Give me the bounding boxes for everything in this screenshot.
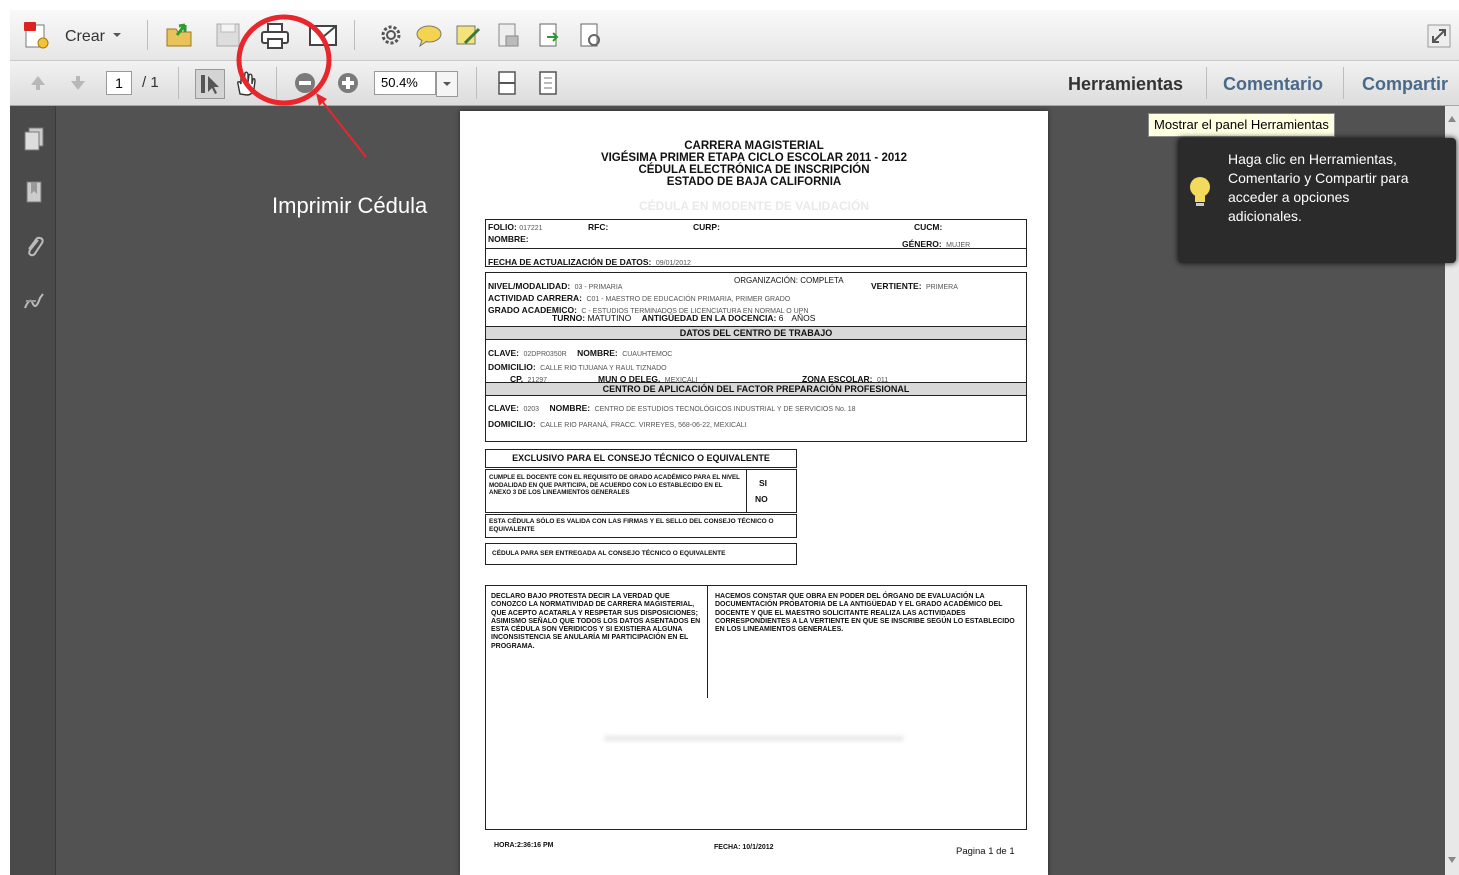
info-line-3: acceder a opciones bbox=[1228, 189, 1350, 205]
centro-aplicacion-bar: CENTRO DE APLICACIÓN DEL FACTOR PREPARAC… bbox=[486, 382, 1026, 396]
fecha-act-label: FECHA DE ACTUALIZACIÓN DE DATOS: bbox=[488, 257, 652, 267]
consejo-firmas-text: ESTA CÉDULA SÓLO ES VALIDA CON LAS FIRMA… bbox=[489, 518, 774, 533]
page-total: / 1 bbox=[142, 74, 159, 91]
bookmarks-icon[interactable] bbox=[22, 180, 46, 206]
info-line-2: Comentario y Compartir para bbox=[1228, 170, 1409, 186]
consejo-entrega-box: CÉDULA PARA SER ENTREGADA AL CONSEJO TÉC… bbox=[485, 543, 797, 565]
antiguedad-label: ANTIGÜEDAD EN LA DOCENCIA: bbox=[641, 313, 777, 323]
watermark: CÉDULA EN MODENTE DE VALIDACIÓN bbox=[638, 199, 869, 213]
consejo-firmas-box: ESTA CÉDULA SÓLO ES VALIDA CON LAS FIRMA… bbox=[485, 514, 797, 538]
vertiente-value: PRIMERA bbox=[925, 284, 958, 291]
expand-icon[interactable] bbox=[1427, 24, 1451, 48]
tab-share[interactable]: Compartir bbox=[1362, 74, 1448, 95]
tab-comment[interactable]: Comentario bbox=[1223, 74, 1323, 95]
fit-page-icon[interactable] bbox=[495, 70, 519, 96]
navigation-toolbar: 1 / 1 50.4% Herramientas Comentario Comp… bbox=[10, 61, 1459, 106]
declarations-box: DECLARO BAJO PROTESTA DECIR LA VERDAD QU… bbox=[485, 585, 1027, 830]
footer-time: HORA:2:36:16 PM bbox=[494, 842, 554, 849]
curp-label: CURP: bbox=[693, 222, 720, 232]
tools-tooltip: Mostrar el panel Herramientas bbox=[1148, 113, 1335, 137]
annotation-label: Imprimir Cédula bbox=[272, 193, 428, 218]
vertiente-label: VERTIENTE: bbox=[871, 281, 922, 291]
page-number-input[interactable]: 1 bbox=[106, 71, 132, 95]
zoom-out-icon[interactable] bbox=[293, 71, 317, 95]
info-line-1: Haga clic en Herramientas, bbox=[1228, 151, 1397, 167]
document-header: CARRERA MAGISTERIAL VIGÉSIMA PRIMER ETAP… bbox=[460, 140, 1048, 188]
print-icon[interactable] bbox=[260, 22, 290, 50]
main-toolbar: Crear bbox=[10, 10, 1459, 61]
nombre-aplicacion-label: NOMBRE: bbox=[549, 403, 591, 413]
fit-width-icon[interactable] bbox=[536, 70, 560, 96]
signature-smudge bbox=[604, 736, 904, 741]
declaro-text: DECLARO BAJO PROTESTA DECIR LA VERDAD QU… bbox=[491, 593, 701, 650]
nombre-aplicacion-value: CENTRO DE ESTUDIOS TECNOLÓGICOS INDUSTRI… bbox=[594, 406, 856, 413]
header-line-2: VIGÉSIMA PRIMER ETAPA CICLO ESCOLAR 2011… bbox=[600, 152, 908, 164]
open-folder-icon[interactable] bbox=[165, 21, 195, 49]
document-export-icon[interactable] bbox=[537, 22, 563, 50]
zoom-dropdown-icon[interactable] bbox=[436, 71, 458, 97]
consejo-title-box: EXCLUSIVO PARA EL CONSEJO TÉCNICO O EQUI… bbox=[485, 449, 797, 468]
work-data-box: NIVEL/MODALIDAD: 03 - PRIMARIA ORGANIZAC… bbox=[485, 272, 1027, 442]
personal-data-box: FOLIO: 017221 RFC: CURP: CUCM: NOMBRE: G… bbox=[485, 219, 1027, 267]
turno-label: TURNO: bbox=[552, 313, 586, 323]
turno-value: MATUTINO bbox=[587, 313, 632, 323]
pdf-viewer-window: Crear 1 / 1 50.4% Herramientas Comentari… bbox=[10, 10, 1459, 875]
attachments-icon[interactable] bbox=[22, 234, 46, 260]
organizacion-text: ORGANIZACIÓN: COMPLETA bbox=[734, 276, 844, 285]
next-page-icon[interactable] bbox=[68, 73, 88, 93]
consejo-requisito-box: CUMPLE EL DOCENTE CON EL REQUISITO DE GR… bbox=[485, 469, 797, 513]
clave-aplicacion-label: CLAVE: bbox=[488, 403, 520, 413]
hacemos-text: HACEMOS CONSTAR QUE OBRA EN PODER DEL ÓR… bbox=[715, 593, 1015, 634]
info-panel-text: Haga clic en Herramientas, Comentario y … bbox=[1228, 150, 1450, 226]
document-icon-1[interactable] bbox=[496, 22, 522, 50]
hand-tool-icon[interactable] bbox=[232, 70, 260, 98]
document-page: CARRERA MAGISTERIAL VIGÉSIMA PRIMER ETAP… bbox=[460, 111, 1048, 875]
tab-tools[interactable]: Herramientas bbox=[1068, 74, 1183, 95]
lightbulb-icon bbox=[1188, 174, 1212, 210]
domicilio-aplicacion-value: CALLE RIO PARANÁ, FRACC. VIRREYES, 568-0… bbox=[540, 422, 747, 429]
select-tool-icon[interactable] bbox=[195, 69, 225, 99]
header-line-1: CARRERA MAGISTERIAL bbox=[684, 140, 824, 152]
domicilio-aplicacion-label: DOMICILIO: bbox=[488, 419, 536, 429]
pages-icon[interactable] bbox=[22, 126, 46, 152]
zoom-level-input[interactable]: 50.4% bbox=[374, 71, 436, 95]
navigation-pane bbox=[10, 106, 56, 875]
antiguedad-unit: AÑOS bbox=[791, 313, 816, 323]
header-line-3: CÉDULA ELECTRÓNICA DE INSCRIPCIÓN bbox=[638, 164, 870, 176]
create-pdf-icon[interactable] bbox=[24, 22, 50, 50]
comment-icon[interactable] bbox=[415, 24, 443, 48]
tools-info-panel: Haga clic en Herramientas, Comentario y … bbox=[1178, 138, 1456, 263]
create-button[interactable]: Crear bbox=[65, 28, 105, 46]
si-option: SI bbox=[759, 478, 768, 488]
consejo-entrega-text: CÉDULA PARA SER ENTREGADA AL CONSEJO TÉC… bbox=[492, 550, 726, 557]
datos-centro-bar: DATOS DEL CENTRO DE TRABAJO bbox=[486, 326, 1026, 340]
consejo-requisito-text: CUMPLE EL DOCENTE CON EL REQUISITO DE GR… bbox=[489, 474, 740, 496]
previous-page-icon[interactable] bbox=[28, 73, 48, 93]
save-icon[interactable] bbox=[215, 22, 241, 48]
header-line-4: ESTADO DE BAJA CALIFORNIA bbox=[666, 176, 842, 188]
footer-date: FECHA: 10/1/2012 bbox=[714, 844, 774, 851]
zoom-in-icon[interactable] bbox=[336, 71, 360, 95]
chevron-down-icon[interactable] bbox=[112, 30, 122, 40]
footer-page: Pagina 1 de 1 bbox=[956, 846, 1015, 857]
email-icon[interactable] bbox=[308, 24, 338, 48]
nombre-label: NOMBRE: bbox=[488, 234, 529, 244]
signatures-icon[interactable] bbox=[22, 288, 46, 314]
rfc-label: RFC: bbox=[588, 222, 609, 232]
cucm-label: CUCM: bbox=[914, 222, 943, 232]
folio-value: 017221 bbox=[519, 225, 543, 232]
sign-icon[interactable] bbox=[455, 23, 483, 49]
clave-aplicacion-value: 0203 bbox=[523, 406, 540, 413]
document-review-icon[interactable] bbox=[578, 22, 604, 50]
antiguedad-value: 6 bbox=[778, 313, 784, 323]
no-option: NO bbox=[755, 494, 768, 504]
gear-icon[interactable] bbox=[379, 23, 403, 47]
info-line-4: adicionales. bbox=[1228, 208, 1302, 224]
fecha-act-value: 09/01/2012 bbox=[655, 260, 691, 267]
consejo-title: EXCLUSIVO PARA EL CONSEJO TÉCNICO O EQUI… bbox=[512, 453, 770, 463]
folio-label: FOLIO: bbox=[488, 222, 517, 232]
